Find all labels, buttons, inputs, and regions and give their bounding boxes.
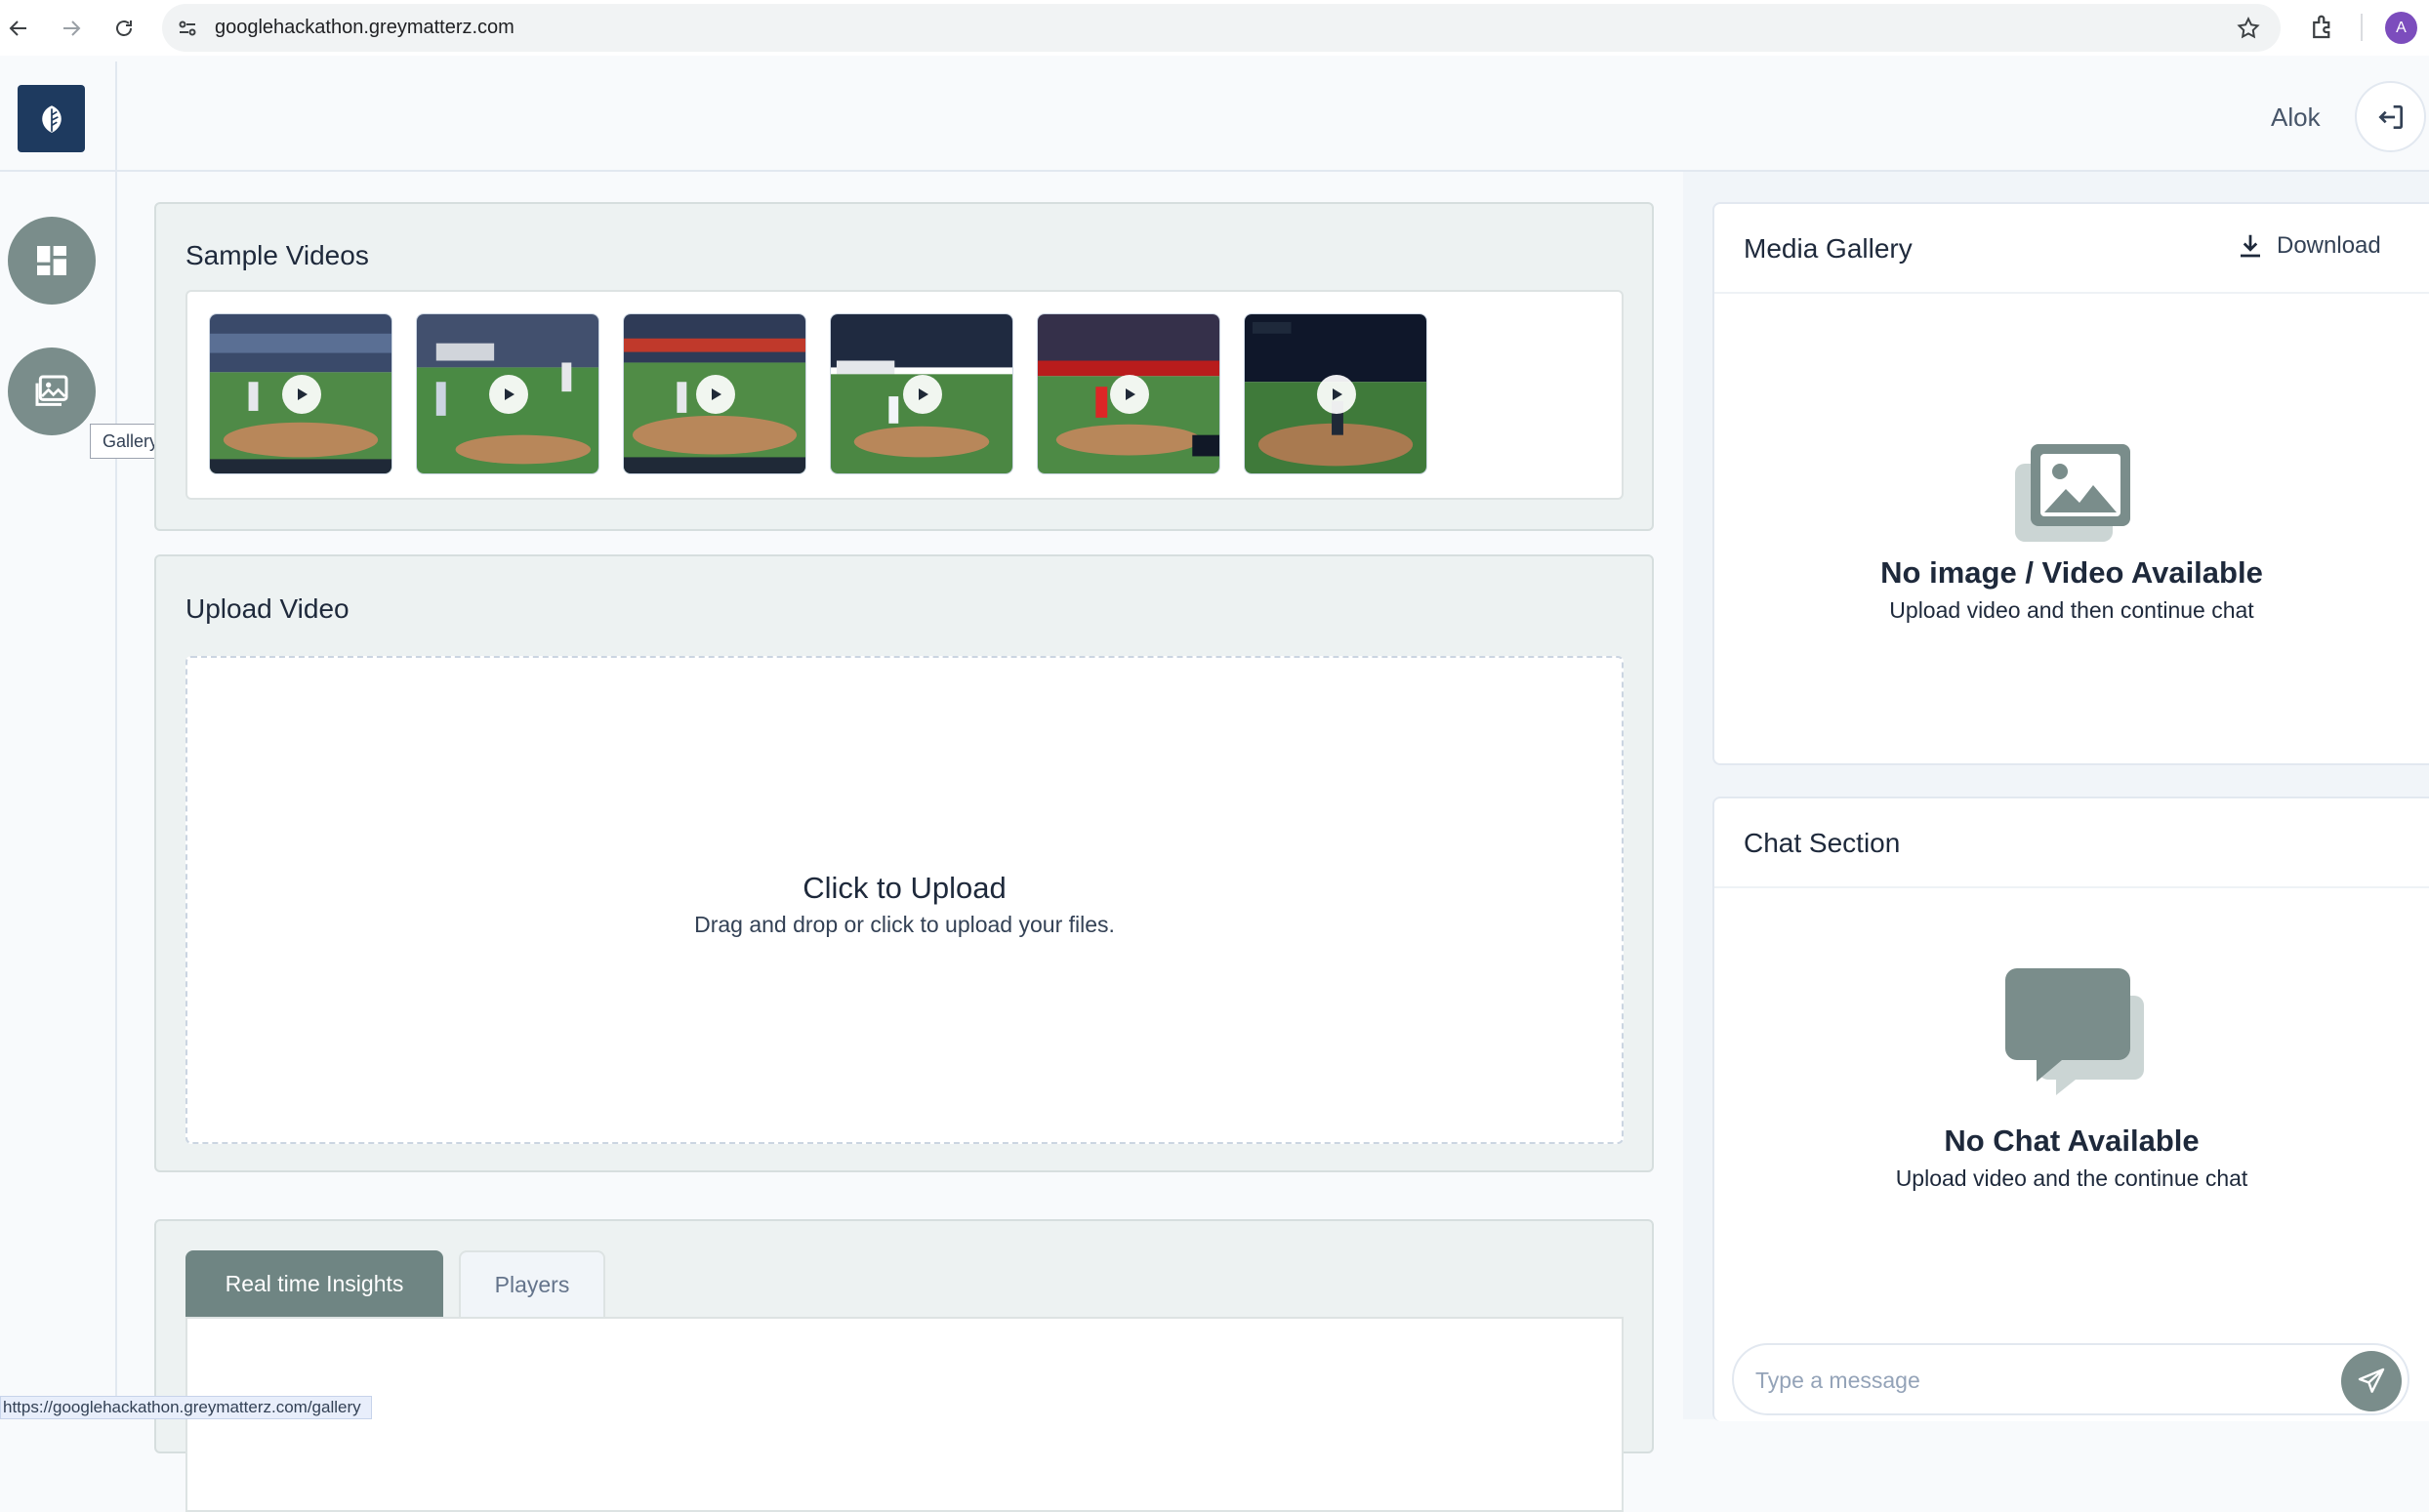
browser-toolbar: googlehackathon.greymatterz.com A <box>0 0 2429 56</box>
app-logo[interactable] <box>18 85 85 152</box>
chat-section-title: Chat Section <box>1744 828 1901 858</box>
site-settings-icon[interactable] <box>176 17 199 40</box>
sidebar <box>0 172 117 1419</box>
sample-videos-title: Sample Videos <box>185 240 369 270</box>
media-gallery-title: Media Gallery <box>1744 233 1913 264</box>
sidebar-item-gallery[interactable] <box>8 347 96 435</box>
chat-empty-title: No Chat Available <box>1944 1124 2200 1158</box>
upload-video-panel: Upload Video Click to Upload Drag and dr… <box>154 554 1654 1172</box>
upload-dropzone[interactable]: Click to Upload Drag and drop or click t… <box>185 656 1624 1144</box>
upload-hint: Drag and drop or click to upload your fi… <box>694 912 1115 937</box>
media-gallery-empty-title: No image / Video Available <box>1880 555 2263 590</box>
play-icon[interactable] <box>1317 375 1356 414</box>
play-icon[interactable] <box>489 375 528 414</box>
video-thumbnail-2[interactable] <box>416 313 599 474</box>
play-icon[interactable] <box>282 375 321 414</box>
upload-cta[interactable]: Click to Upload <box>187 871 1622 906</box>
chat-section-header: Chat Section <box>1714 798 2429 888</box>
video-thumbnail-4[interactable] <box>830 313 1013 474</box>
user-name: Alok <box>2271 102 2321 132</box>
media-gallery-card: Media Gallery Download No image / Video … <box>1712 202 2429 765</box>
sidebar-item-dashboard[interactable] <box>8 217 96 305</box>
tab-content <box>185 1317 1624 1512</box>
extensions-icon[interactable] <box>2308 13 2337 42</box>
download-icon <box>2241 234 2260 258</box>
url-text[interactable]: googlehackathon.greymatterz.com <box>215 17 515 39</box>
logout-icon <box>2377 104 2403 129</box>
upload-video-title: Upload Video <box>185 593 350 624</box>
media-gallery-empty-sub: Upload video and then continue chat <box>1889 597 2254 623</box>
image-placeholder-icon <box>2015 444 2130 542</box>
download-label[interactable]: Download <box>2277 232 2381 260</box>
play-icon[interactable] <box>696 375 735 414</box>
tab-real-time-insights[interactable]: Real time Insights <box>185 1250 443 1317</box>
tab-players[interactable]: Players <box>459 1250 605 1317</box>
profile-avatar[interactable]: A <box>2385 12 2417 44</box>
back-icon[interactable] <box>2 12 35 45</box>
sample-videos-panel: Sample Videos <box>154 202 1654 531</box>
play-icon[interactable] <box>1110 375 1149 414</box>
header-separator <box>115 61 117 172</box>
media-gallery-header: Media Gallery Download <box>1714 204 2429 294</box>
video-thumbnail-3[interactable] <box>623 313 806 474</box>
chat-empty-sub: Upload video and the continue chat <box>1895 1165 2248 1191</box>
gallery-icon <box>35 375 68 406</box>
right-column: Media Gallery Download No image / Video … <box>1683 172 2429 1421</box>
download-button[interactable]: Download <box>2236 231 2381 261</box>
toolbar-divider <box>2361 14 2363 41</box>
video-thumbnail-6[interactable] <box>1244 313 1427 474</box>
leaf-logo-icon <box>41 104 62 133</box>
bookmark-star-icon[interactable] <box>2236 16 2261 41</box>
insights-panel: Real time Insights Players <box>154 1219 1654 1512</box>
forward-icon[interactable] <box>55 12 88 45</box>
video-thumbnail-1[interactable] <box>209 313 392 474</box>
send-button[interactable] <box>2341 1351 2402 1411</box>
app-header: Alok <box>0 61 2429 172</box>
chat-message-input[interactable] <box>1753 1359 2320 1402</box>
chat-input-container <box>1732 1343 2409 1415</box>
address-bar[interactable]: googlehackathon.greymatterz.com <box>162 4 2281 52</box>
status-bar-url: https://googlehackathon.greymatterz.com/… <box>0 1396 372 1419</box>
send-icon <box>2358 1368 2385 1393</box>
reload-icon[interactable] <box>107 12 141 45</box>
dashboard-icon <box>37 246 66 275</box>
chat-section-card: Chat Section No Chat Available Upload vi… <box>1712 797 2429 1421</box>
play-icon[interactable] <box>903 375 942 414</box>
video-thumbnail-5[interactable] <box>1037 313 1220 474</box>
logout-button[interactable] <box>2355 81 2426 152</box>
chat-bubbles-icon <box>2005 968 2144 1095</box>
sample-videos-list <box>185 290 1624 500</box>
